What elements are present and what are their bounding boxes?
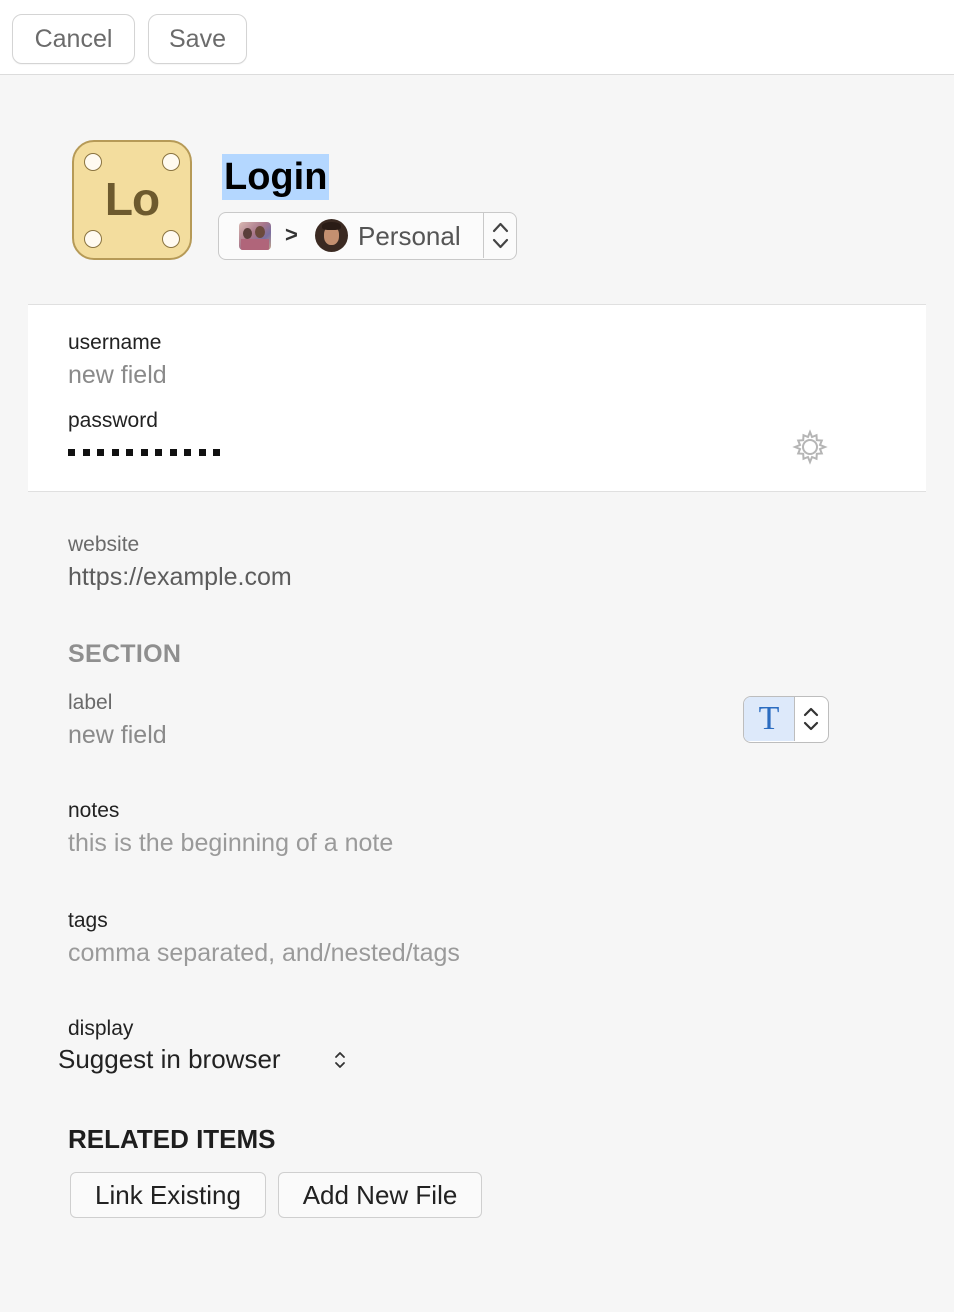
text-type-icon: T — [744, 697, 795, 741]
icon-corner-hole — [84, 230, 102, 248]
up-down-chevron-icon[interactable] — [483, 213, 517, 258]
vault-picker[interactable]: > Personal — [218, 212, 517, 260]
credentials-card: username new field password — [28, 304, 926, 492]
item-title-input[interactable]: Login — [224, 156, 327, 198]
item-icon[interactable]: Lo — [72, 140, 192, 260]
vault-name: Personal — [358, 221, 461, 251]
section-title[interactable]: SECTION — [68, 640, 181, 669]
username-label: username — [68, 331, 162, 354]
save-button[interactable]: Save — [148, 14, 247, 64]
chevron-right-icon: > — [285, 222, 298, 247]
icon-corner-hole — [162, 153, 180, 171]
up-down-chevron-icon — [796, 701, 826, 742]
password-label: password — [68, 409, 158, 432]
gear-icon[interactable] — [792, 429, 828, 465]
tags-label: tags — [68, 909, 108, 932]
field-type-picker[interactable]: T — [743, 696, 829, 743]
related-items-title: RELATED ITEMS — [68, 1124, 276, 1154]
title-selection: Login — [222, 154, 330, 200]
edit-item-window: Cancel Save Lo Login > Personal username… — [0, 0, 954, 1312]
person-avatar — [315, 219, 348, 252]
display-label: display — [68, 1017, 134, 1040]
item-icon-text: Lo — [104, 173, 160, 225]
cancel-button[interactable]: Cancel — [12, 14, 135, 64]
notes-field[interactable]: this is the beginning of a note — [68, 829, 393, 858]
toolbar: Cancel Save — [0, 0, 954, 75]
icon-corner-hole — [162, 230, 180, 248]
link-existing-button[interactable]: Link Existing — [70, 1172, 266, 1218]
icon-corner-hole — [84, 153, 102, 171]
custom-field-value[interactable]: new field — [68, 721, 167, 750]
up-down-chevron-icon[interactable] — [333, 1050, 347, 1075]
password-field[interactable] — [68, 449, 220, 456]
tags-field[interactable]: comma separated, and/nested/tags — [68, 939, 460, 968]
add-new-file-button[interactable]: Add New File — [278, 1172, 482, 1218]
username-field[interactable]: new field — [68, 361, 167, 390]
website-label: website — [68, 533, 140, 556]
custom-field-label[interactable]: label — [68, 691, 112, 715]
notes-label: notes — [68, 799, 120, 822]
family-avatar — [239, 222, 271, 250]
display-select[interactable]: Suggest in browser — [58, 1044, 281, 1075]
website-field[interactable]: https://example.com — [68, 563, 292, 592]
